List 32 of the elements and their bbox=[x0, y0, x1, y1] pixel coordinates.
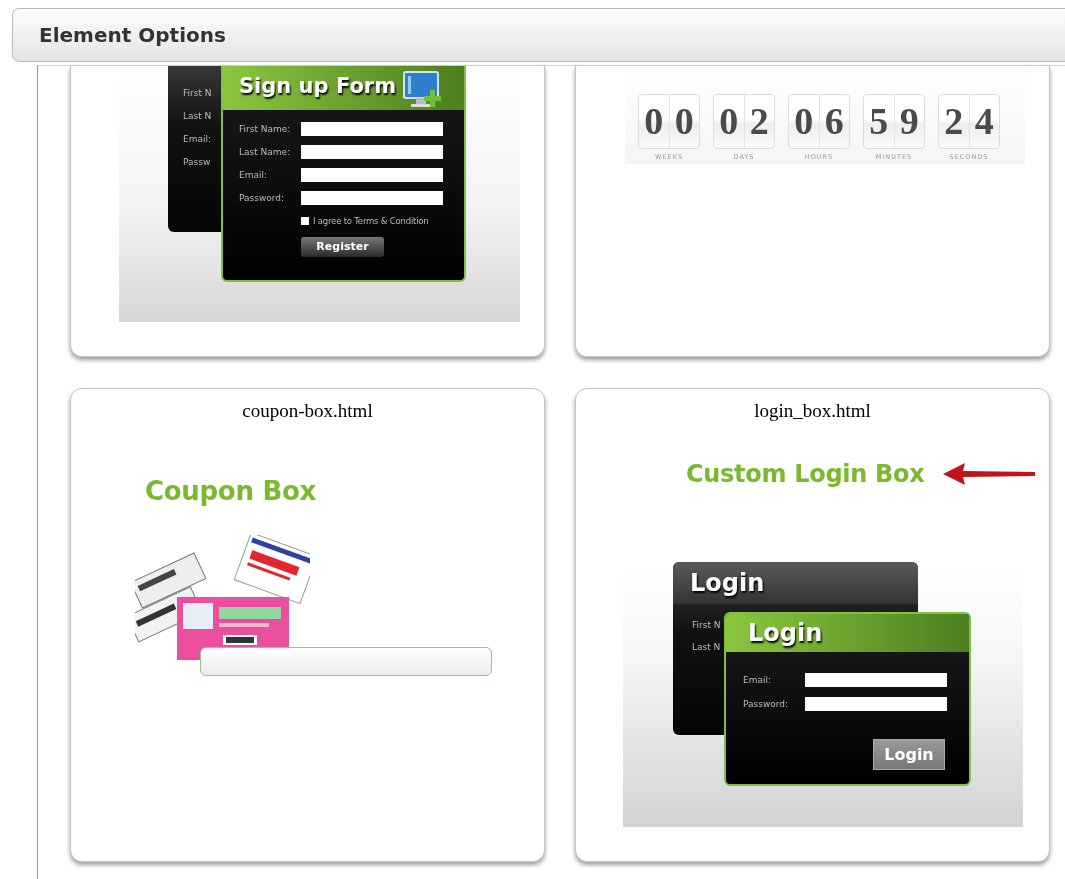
field-label: Last N bbox=[692, 641, 721, 654]
file-name: login_box.html bbox=[754, 399, 871, 423]
field-label: Last N bbox=[183, 110, 212, 123]
field-label: First N bbox=[183, 87, 212, 100]
field-label: Email: bbox=[183, 133, 211, 146]
countdown-digit: 6 bbox=[823, 99, 845, 144]
field-label: Last Name: bbox=[239, 146, 292, 159]
field-label: First Name: bbox=[239, 123, 292, 136]
countdown-digit: 9 bbox=[898, 99, 920, 144]
field-label: Passw bbox=[183, 156, 211, 169]
form-title: Sign up Form bbox=[239, 74, 397, 98]
countdown-digit: 2 bbox=[748, 99, 770, 144]
countdown-digit: 0 bbox=[639, 95, 670, 148]
countdown-digit: 2 bbox=[939, 95, 970, 148]
form-title: Login bbox=[748, 619, 823, 647]
field-label: Email: bbox=[239, 169, 268, 182]
field-label: Password: bbox=[239, 192, 286, 205]
panel-title: Element Options bbox=[39, 23, 226, 47]
countdown-digit: 0 bbox=[789, 95, 820, 148]
field-label: First N bbox=[692, 619, 721, 632]
countdown-digit: 0 bbox=[714, 95, 745, 148]
field-label: Email: bbox=[743, 674, 772, 687]
template-heading: Custom Login Box bbox=[686, 459, 925, 490]
file-name: coupon-box.html bbox=[242, 399, 373, 423]
countdown-digit: 0 bbox=[673, 99, 695, 144]
field-label: Password: bbox=[743, 698, 790, 711]
monitor-icon bbox=[402, 70, 442, 110]
countdown-digit: 5 bbox=[864, 95, 895, 148]
checkbox-label: I agree to Terms & Condition bbox=[313, 215, 429, 227]
template-heading: Coupon Box bbox=[145, 475, 316, 507]
countdown-digit: 4 bbox=[973, 99, 995, 144]
form-title: Login bbox=[690, 569, 765, 597]
